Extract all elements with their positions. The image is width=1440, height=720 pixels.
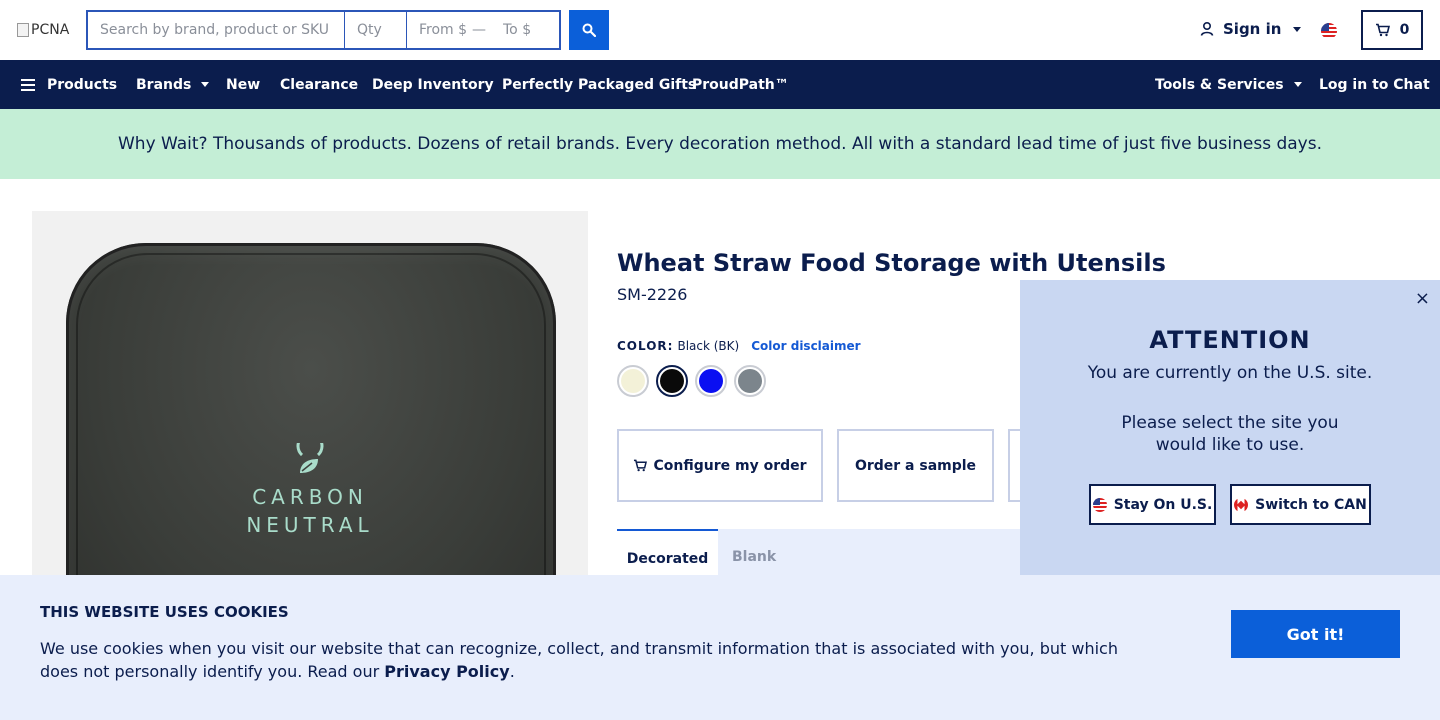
search-button[interactable] (569, 10, 609, 50)
qty-input[interactable] (345, 12, 407, 48)
configure-order-label: Configure my order (653, 457, 807, 474)
cookie-banner: THIS WEBSITE USES COOKIES We use cookies… (0, 575, 1440, 720)
nav-tools-services[interactable]: Tools & Services (1155, 60, 1302, 109)
attention-message-select: Please select the site you would like to… (1121, 413, 1339, 455)
privacy-policy-link[interactable]: Privacy Policy (384, 662, 509, 681)
image-text-neutral: NEUTRAL (246, 513, 374, 537)
swatch-blue-fill (699, 369, 723, 393)
nav-new[interactable]: New (226, 60, 260, 109)
leaf-logo-icon (32, 432, 588, 483)
chevron-down-icon (201, 82, 210, 87)
color-label: COLOR: (617, 339, 674, 353)
swatch-blue[interactable] (695, 365, 727, 397)
cookie-period: . (509, 662, 515, 681)
us-flag-icon (1092, 497, 1107, 512)
cart-count: 0 (1399, 22, 1410, 38)
nav-products-label: Products (47, 76, 118, 93)
swatch-cream[interactable] (617, 365, 649, 397)
price-separator: — (472, 22, 486, 38)
color-swatches (617, 365, 766, 397)
nav-brands[interactable]: Brands (136, 60, 210, 109)
cookie-title: THIS WEBSITE USES COOKIES (40, 603, 289, 621)
product-image[interactable]: CARBON NEUTRAL (32, 211, 588, 591)
color-value: Black (BK) (677, 339, 740, 353)
configure-order-button[interactable]: Configure my order (617, 429, 823, 502)
main-nav: Products Brands New Clearance Deep Inven… (0, 60, 1440, 109)
logo-alt-text: PCNA (31, 22, 70, 38)
promo-text: Why Wait? Thousands of products. Dozens … (117, 134, 1322, 154)
product-sku: SM-2226 (617, 285, 688, 304)
swatch-gray-fill (738, 369, 762, 393)
attention-title: ATTENTION (1149, 326, 1311, 354)
stay-us-label: Stay On U.S. (1113, 496, 1213, 513)
order-sample-label: Order a sample (854, 457, 977, 474)
search-bar: — (86, 10, 561, 50)
image-text-carbon: CARBON (252, 485, 368, 509)
swatch-black[interactable] (656, 365, 688, 397)
cookie-accept-button[interactable]: Got it! (1231, 610, 1400, 658)
us-flag-icon[interactable] (1321, 23, 1337, 39)
cart-icon (1375, 23, 1390, 37)
stay-us-button[interactable]: Stay On U.S. (1089, 484, 1216, 525)
promo-banner: Why Wait? Thousands of products. Dozens … (0, 109, 1440, 179)
nav-proudpath[interactable]: ProudPath™ (692, 60, 789, 109)
search-input[interactable] (88, 12, 345, 48)
close-icon[interactable]: × (1415, 288, 1430, 309)
switch-can-label: Switch to CAN (1255, 496, 1367, 513)
sign-in-menu[interactable]: Sign in (1199, 20, 1302, 38)
nav-deep-inventory[interactable]: Deep Inventory (372, 60, 494, 109)
chevron-down-icon (1293, 82, 1302, 87)
cookie-text: We use cookies when you visit our websit… (40, 637, 1140, 683)
chevron-down-icon (1293, 26, 1302, 32)
switch-can-button[interactable]: Switch to CAN (1230, 484, 1371, 525)
product-title: Wheat Straw Food Storage with Utensils (617, 249, 1166, 277)
nav-clearance[interactable]: Clearance (280, 60, 358, 109)
food-container-image (66, 243, 556, 591)
search-icon (582, 23, 596, 37)
attention-message-current: You are currently on the U.S. site. (1087, 363, 1373, 383)
sign-in-label: Sign in (1223, 20, 1282, 38)
site-selection-popup: × ATTENTION You are currently on the U.S… (1020, 280, 1440, 575)
swatch-gray[interactable] (734, 365, 766, 397)
swatch-black-fill (660, 369, 684, 393)
price-to-input[interactable] (491, 12, 551, 48)
cart-button[interactable]: 0 (1361, 10, 1423, 50)
nav-tools-label: Tools & Services (1155, 76, 1284, 93)
top-header: PCNA — Sign in 0 (0, 0, 1440, 60)
price-range: — (407, 12, 559, 48)
swatch-cream-fill (621, 369, 645, 393)
nav-brands-label: Brands (136, 76, 192, 93)
nav-chat-login[interactable]: Log in to Chat (1319, 60, 1430, 109)
color-disclaimer-link[interactable]: Color disclaimer (751, 339, 860, 353)
color-selector-label: COLOR: Black (BK) Color disclaimer (617, 339, 861, 353)
nav-products[interactable]: Products (21, 60, 117, 109)
canada-flag-icon (1234, 497, 1249, 512)
user-icon (1200, 21, 1214, 36)
broken-image-icon (17, 23, 29, 37)
hamburger-icon (21, 78, 35, 91)
cart-icon (634, 459, 648, 472)
price-from-input[interactable] (407, 12, 467, 48)
pcna-logo[interactable]: PCNA (17, 22, 69, 38)
nav-gifts[interactable]: Perfectly Packaged Gifts (502, 60, 696, 109)
cookie-body: We use cookies when you visit our websit… (40, 639, 1118, 681)
order-sample-button[interactable]: Order a sample (837, 429, 994, 502)
